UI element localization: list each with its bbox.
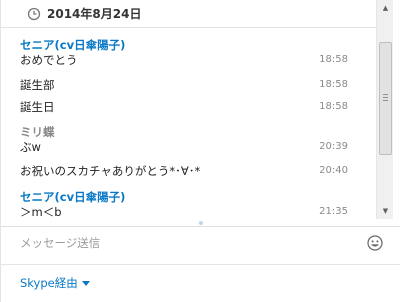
scroll-down-arrow-icon[interactable]: ▼ <box>377 203 394 219</box>
scroll-up-arrow-icon[interactable]: ▲ <box>377 0 394 16</box>
message-time: 18:58 <box>319 101 348 112</box>
date-header: 2014年8月24日 <box>1 0 376 28</box>
chat-message[interactable]: 誕生日 18:58 <box>20 99 360 115</box>
chat-message[interactable]: 誕生部 18:58 <box>20 77 360 93</box>
message-text: 誕生日 <box>20 100 55 114</box>
message-input-area[interactable]: メッセージ送信 <box>1 226 400 264</box>
scrollbar-thumb[interactable] <box>379 42 392 155</box>
message-text: おめでとう <box>20 53 78 67</box>
send-via-dropdown[interactable]: Skype経由 <box>20 276 90 290</box>
chat-message[interactable]: お祝いのスカチャありがとう*･∀･* 20:40 <box>20 163 360 179</box>
message-input[interactable]: メッセージ送信 <box>20 236 100 250</box>
chat-message[interactable]: ＞m＜b 21:35 <box>20 204 360 219</box>
footer-bar: Skype経由 <box>1 264 400 302</box>
message-text: ぶw <box>20 140 41 154</box>
message-text: お祝いのスカチャありがとう*･∀･* <box>20 164 201 178</box>
chat-window: 2014年8月24日 セニア(cv日傘陽子) おめでとう 18:58 誕生部 1… <box>0 0 400 302</box>
message-time: 20:39 <box>319 141 348 152</box>
sender-name[interactable]: セニア(cv日傘陽子) <box>20 190 125 204</box>
message-text: ＞m＜b <box>20 205 62 219</box>
grip-line <box>383 94 388 95</box>
date-label: 2014年8月24日 <box>47 7 142 21</box>
sender-name[interactable]: ミリ蝶 <box>20 125 55 139</box>
grip-line <box>383 97 388 98</box>
message-time: 20:40 <box>319 165 348 176</box>
grip-line <box>383 100 388 101</box>
message-time: 21:35 <box>319 206 348 217</box>
chat-message[interactable]: ぶw 20:39 <box>20 139 360 155</box>
sender-name[interactable]: セニア(cv日傘陽子) <box>20 38 125 52</box>
message-time: 18:58 <box>319 79 348 90</box>
clock-icon <box>27 7 41 21</box>
send-via-label: Skype経由 <box>20 276 78 290</box>
splitter-handle[interactable] <box>199 221 203 225</box>
chevron-down-icon <box>81 281 90 286</box>
message-time: 18:58 <box>319 54 348 65</box>
smiley-icon[interactable] <box>367 235 383 251</box>
message-text: 誕生部 <box>20 78 55 92</box>
chat-message[interactable]: おめでとう 18:58 <box>20 52 360 68</box>
conversation-pane: 2014年8月24日 セニア(cv日傘陽子) おめでとう 18:58 誕生部 1… <box>1 0 376 219</box>
chat-scrollbar[interactable]: ▲ ▼ <box>376 0 393 219</box>
